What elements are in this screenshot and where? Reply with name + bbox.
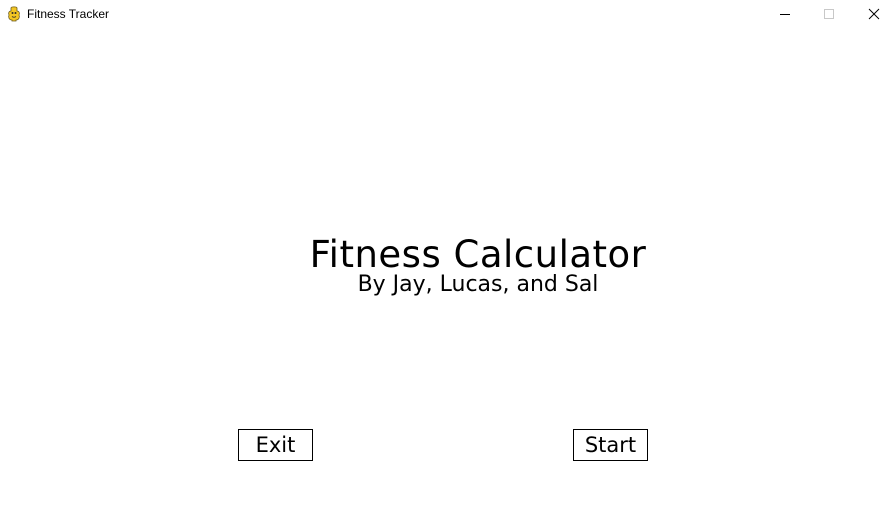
close-icon bbox=[868, 5, 880, 24]
app-window: Fitness Tracker Fitness Calculator By Ja… bbox=[0, 0, 896, 527]
app-icon bbox=[7, 6, 21, 22]
start-button[interactable]: Start bbox=[573, 429, 648, 461]
minimize-button[interactable] bbox=[762, 0, 808, 29]
maximize-button[interactable] bbox=[806, 0, 852, 29]
window-title: Fitness Tracker bbox=[27, 7, 110, 21]
exit-button[interactable]: Exit bbox=[238, 429, 313, 461]
minimize-icon bbox=[779, 5, 791, 24]
close-button[interactable] bbox=[851, 0, 896, 29]
title-bar[interactable]: Fitness Tracker bbox=[0, 0, 896, 29]
app-subtitle: By Jay, Lucas, and Sal bbox=[357, 272, 599, 297]
maximize-icon bbox=[823, 5, 835, 24]
